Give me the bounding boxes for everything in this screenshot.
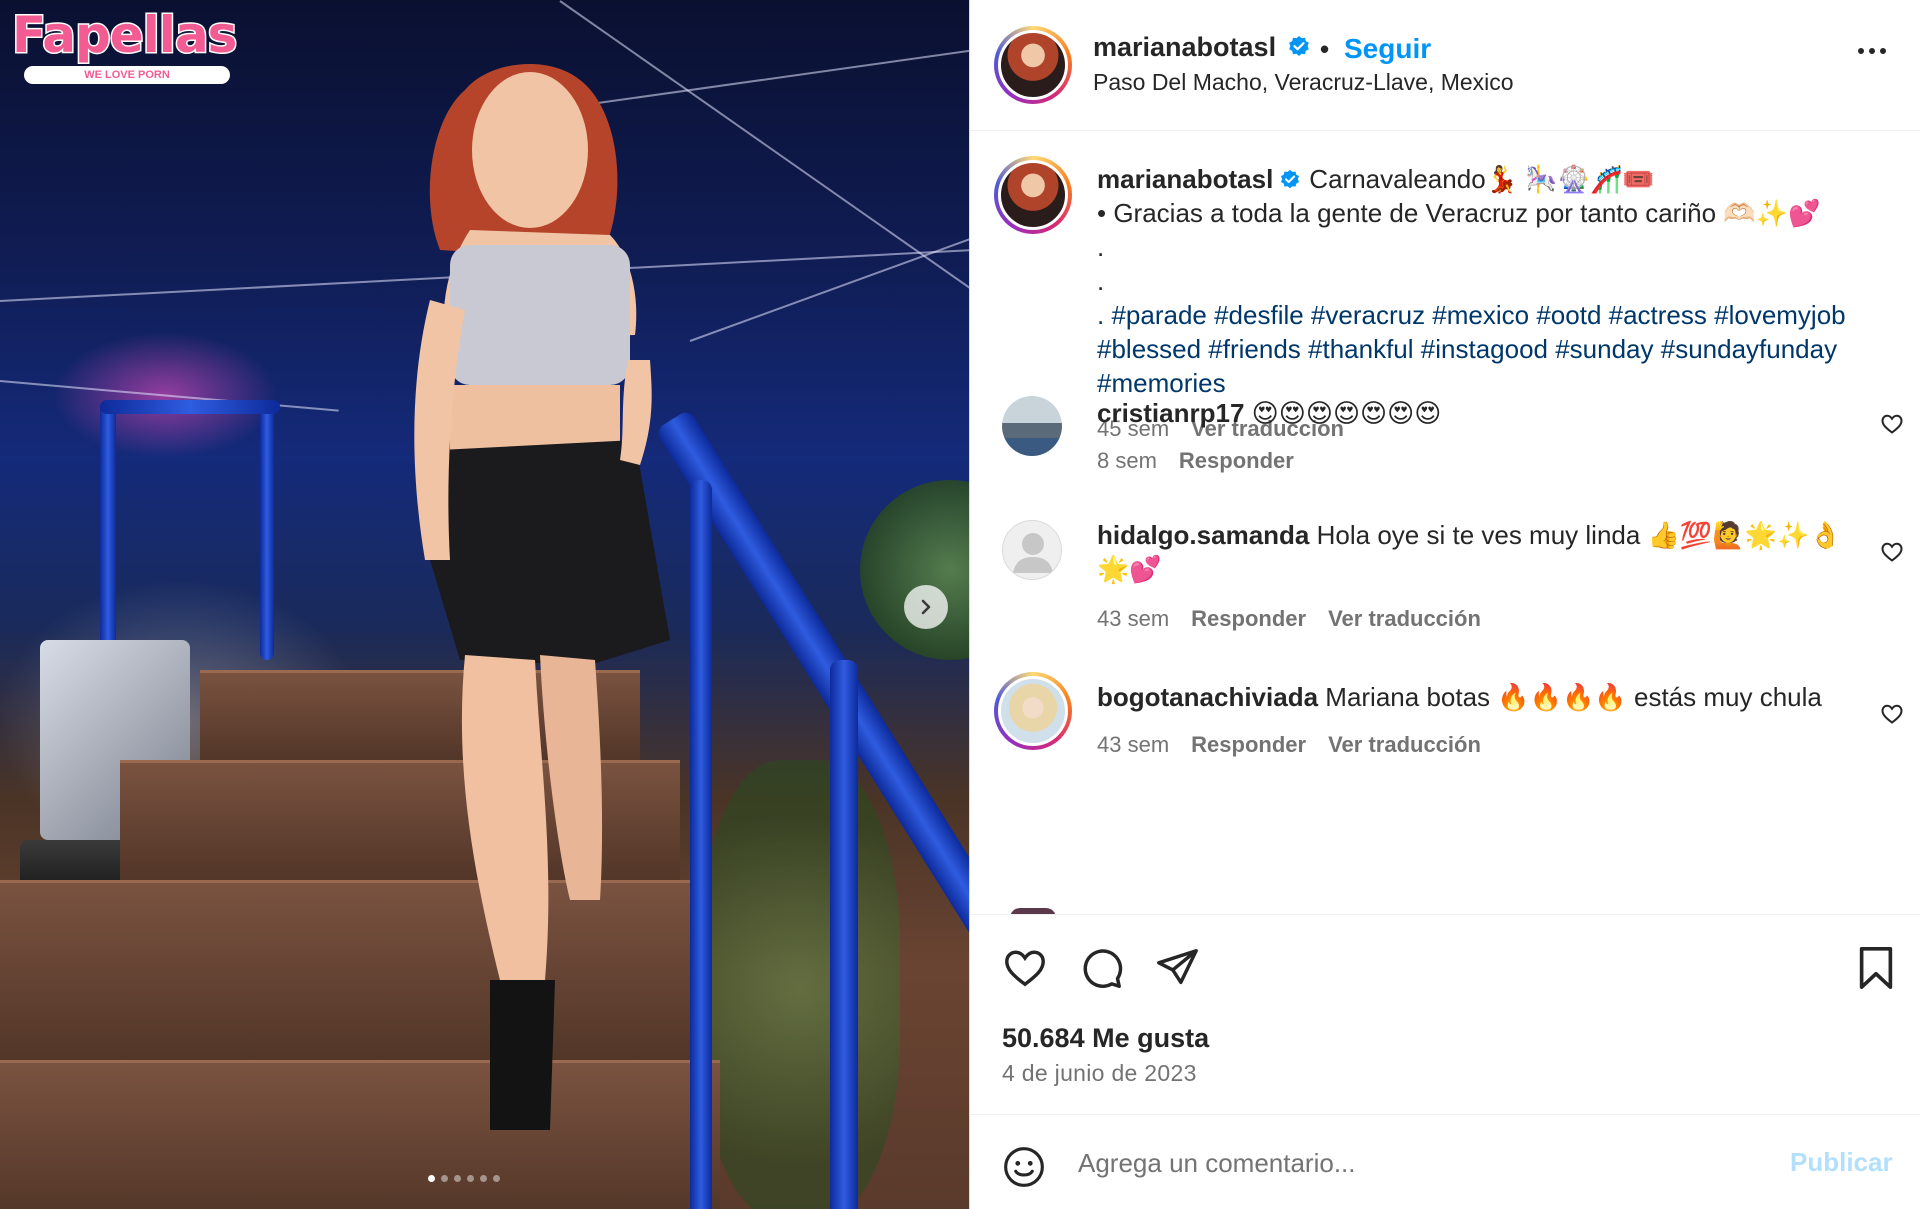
more-options-icon[interactable] bbox=[1858, 48, 1886, 54]
post-location[interactable]: Paso Del Macho, Veracruz-Llave, Mexico bbox=[1093, 69, 1514, 96]
foliage bbox=[860, 480, 969, 660]
comment-age[interactable]: 43 sem bbox=[1097, 732, 1169, 757]
carousel-dot[interactable] bbox=[467, 1175, 474, 1182]
caption-hashtags[interactable]: . #parade #desfile #veracruz #mexico #oo… bbox=[1097, 298, 1887, 400]
likes-count[interactable]: 50.684 Me gusta bbox=[1002, 1023, 1209, 1054]
header-separator: • bbox=[1320, 34, 1330, 64]
post-actions: 50.684 Me gusta 4 de junio de 2023 bbox=[970, 914, 1920, 1114]
caption-first-line: marianabotasl Carnavaleando💃 🎠🎡🎢🎟️ bbox=[1097, 162, 1887, 196]
comment-bubble-icon[interactable] bbox=[1078, 945, 1124, 991]
post-date[interactable]: 4 de junio de 2023 bbox=[1002, 1060, 1197, 1087]
follow-button[interactable]: Seguir bbox=[1344, 33, 1431, 65]
commenter-avatar[interactable] bbox=[994, 672, 1072, 750]
comment-age[interactable]: 43 sem bbox=[1097, 606, 1169, 631]
comment-text: 😍😍😍😍😍😍😍 bbox=[1251, 398, 1442, 428]
comment-username[interactable]: cristianrp17 bbox=[1097, 398, 1244, 428]
caption-text-line2: • Gracias a toda la gente de Veracruz po… bbox=[1097, 198, 1821, 228]
avatar-image bbox=[998, 30, 1068, 100]
comment-meta: 43 sem Responder Ver traducción bbox=[1097, 606, 1481, 632]
comment-translate-link[interactable]: Ver traducción bbox=[1328, 732, 1481, 757]
comment-body: cristianrp17 😍😍😍😍😍😍😍 bbox=[1097, 396, 1857, 430]
comment-age[interactable]: 8 sem bbox=[1097, 448, 1157, 473]
comment-text: Mariana botas 🔥🔥🔥🔥 estás muy chula bbox=[1325, 682, 1822, 712]
carousel-dot[interactable] bbox=[493, 1175, 500, 1182]
comments-section[interactable]: marianabotasl Carnavaleando💃 🎠🎡🎢🎟️ • Gra… bbox=[970, 132, 1920, 914]
caption-text-line1: Carnavaleando💃 🎠🎡🎢🎟️ bbox=[1309, 164, 1655, 194]
carousel-dot[interactable] bbox=[441, 1175, 448, 1182]
chevron-right-icon bbox=[921, 599, 931, 615]
stage-rail bbox=[100, 400, 280, 414]
caption-avatar[interactable] bbox=[994, 156, 1072, 234]
comment-meta: 8 sem Responder bbox=[1097, 448, 1294, 474]
author-username[interactable]: marianabotasl bbox=[1093, 32, 1276, 62]
comment-body: hidalgo.samanda Hola oye si te ves muy l… bbox=[1097, 518, 1857, 586]
bookmark-icon[interactable] bbox=[1856, 945, 1896, 991]
watermark-name: Fapellas bbox=[10, 5, 238, 66]
default-avatar-icon bbox=[1013, 533, 1053, 573]
comment-username[interactable]: hidalgo.samanda bbox=[1097, 520, 1309, 550]
verified-badge-icon bbox=[1281, 169, 1300, 189]
carousel-dot[interactable] bbox=[480, 1175, 487, 1182]
next-slide-button[interactable] bbox=[904, 585, 948, 629]
avatar-image bbox=[998, 160, 1068, 230]
comment-translate-link[interactable]: Ver traducción bbox=[1328, 606, 1481, 631]
publish-button[interactable]: Publicar bbox=[1790, 1147, 1893, 1178]
heart-icon[interactable] bbox=[1002, 945, 1048, 991]
commenter-avatar[interactable] bbox=[1002, 396, 1062, 456]
post-sidebar: marianabotasl • Seguir Paso Del Macho, V… bbox=[969, 0, 1920, 1209]
verified-badge-icon bbox=[1288, 36, 1309, 56]
heart-icon[interactable] bbox=[1880, 702, 1904, 726]
comment-composer: Publicar bbox=[970, 1114, 1920, 1209]
paper-plane-icon[interactable] bbox=[1154, 945, 1200, 991]
comment-username[interactable]: bogotanachiviada bbox=[1097, 682, 1318, 712]
carousel-dot[interactable] bbox=[454, 1175, 461, 1182]
avatar-image bbox=[998, 676, 1068, 746]
heart-icon[interactable] bbox=[1880, 540, 1904, 564]
reply-button[interactable]: Responder bbox=[1191, 732, 1306, 757]
author-name-row: marianabotasl bbox=[1093, 32, 1311, 63]
carousel-dot[interactable] bbox=[428, 1175, 435, 1182]
comment-body: bogotanachiviada Mariana botas 🔥🔥🔥🔥 está… bbox=[1097, 680, 1857, 714]
post-header: marianabotasl • Seguir Paso Del Macho, V… bbox=[970, 0, 1920, 131]
watermark-tagline: WE LOVE PORN bbox=[24, 66, 230, 84]
post-photo[interactable]: Fapellas WE LOVE PORN bbox=[0, 0, 969, 1209]
heart-icon[interactable] bbox=[1880, 412, 1904, 436]
caption-dot: . bbox=[1097, 266, 1105, 296]
author-avatar[interactable] bbox=[994, 26, 1072, 104]
stage-rail bbox=[260, 410, 274, 660]
caption-dot: . bbox=[1097, 232, 1105, 262]
comment-input[interactable] bbox=[1078, 1143, 1728, 1183]
caption-username[interactable]: marianabotasl bbox=[1097, 164, 1273, 194]
reply-button[interactable]: Responder bbox=[1191, 606, 1306, 631]
watermark-logo: Fapellas WE LOVE PORN bbox=[10, 5, 239, 84]
comment-meta: 43 sem Responder Ver traducción bbox=[1097, 732, 1481, 758]
emoji-smiley-icon[interactable] bbox=[1002, 1145, 1046, 1189]
carousel-indicator bbox=[428, 1175, 500, 1182]
person-figure bbox=[414, 63, 670, 1130]
reply-button[interactable]: Responder bbox=[1179, 448, 1294, 473]
commenter-avatar[interactable] bbox=[1002, 520, 1062, 580]
handrail-post bbox=[830, 660, 858, 1209]
